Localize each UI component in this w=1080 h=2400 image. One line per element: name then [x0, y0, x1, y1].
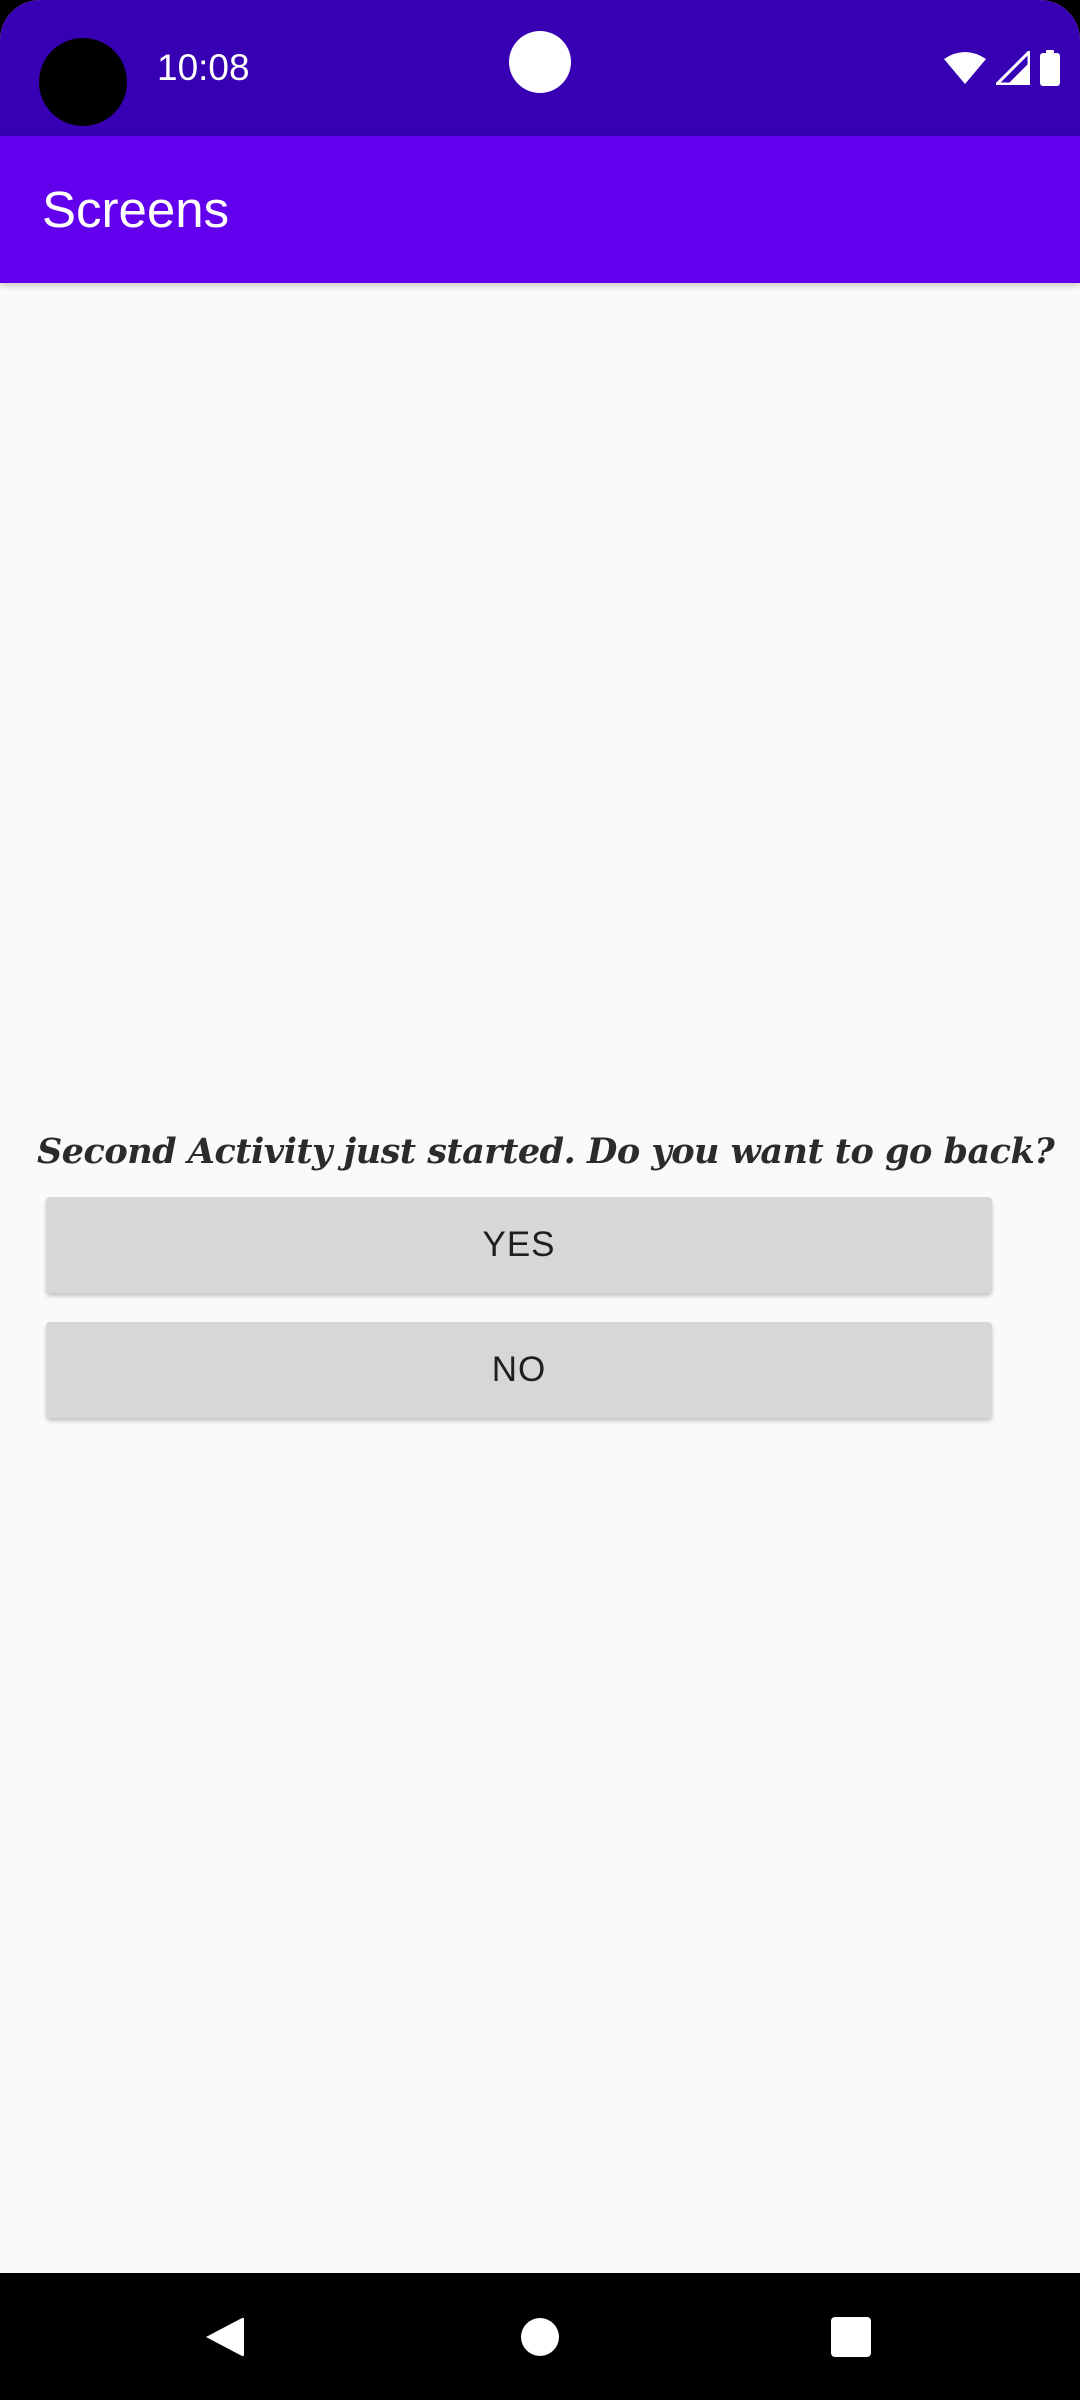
no-button[interactable]: NO: [46, 1322, 992, 1418]
signal-icon: [996, 51, 1030, 85]
back-icon: [206, 2317, 244, 2356]
notification-dot-icon: [509, 31, 571, 93]
home-button[interactable]: [460, 2273, 620, 2400]
camera-cutout: [39, 38, 127, 126]
app-title: Screens: [42, 181, 230, 238]
recents-icon: [831, 2316, 871, 2357]
back-button[interactable]: [145, 2273, 305, 2400]
status-icons: [944, 50, 1060, 86]
status-bar: 10:08: [0, 0, 1080, 136]
battery-icon: [1040, 50, 1060, 86]
yes-button[interactable]: YES: [46, 1197, 992, 1293]
recents-button[interactable]: [771, 2273, 931, 2400]
status-time: 10:08: [157, 47, 250, 88]
wifi-icon: [944, 51, 986, 85]
app-bar: Screens: [0, 136, 1080, 283]
home-icon: [521, 2317, 559, 2356]
go-back-prompt: Second Activity just started. Do you wan…: [37, 1131, 1055, 1172]
phone-screen: 10:08 Screens Second Activity just start…: [0, 0, 1080, 2400]
navigation-bar: [0, 2273, 1080, 2400]
